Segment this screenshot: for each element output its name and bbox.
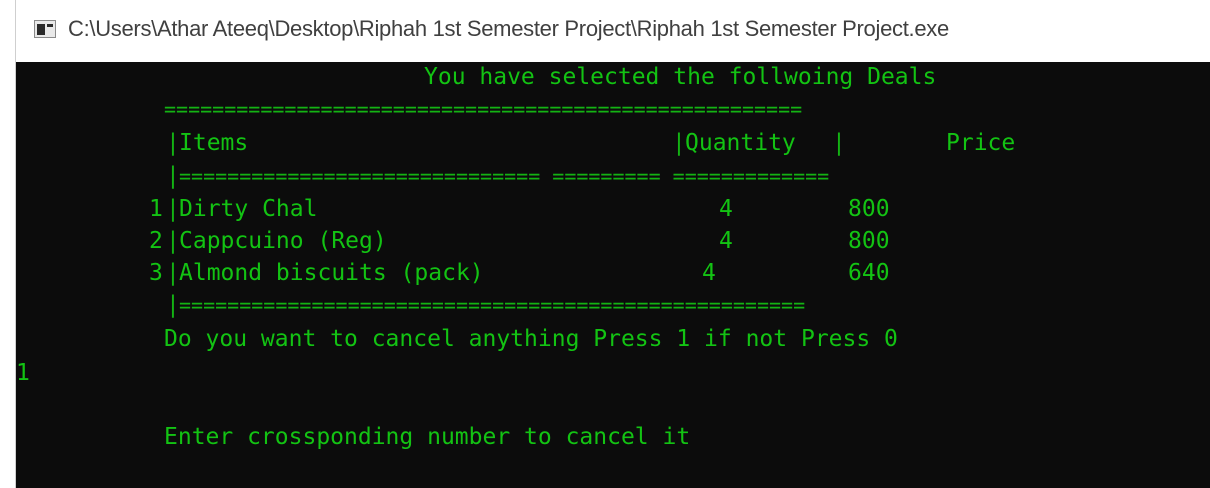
desktop-edge bbox=[0, 0, 16, 488]
row-price: 800 bbox=[848, 196, 890, 222]
console-window: C:\Users\Athar Ateeq\Desktop\Riphah 1st … bbox=[0, 0, 1210, 488]
user-input-text: 1 bbox=[16, 360, 30, 386]
column-header-quantity: Quantity bbox=[685, 130, 796, 156]
rule-bottom: ========================================… bbox=[179, 293, 806, 317]
row-item: Cappcuino (Reg) bbox=[179, 228, 387, 254]
title-bar[interactable]: C:\Users\Athar Ateeq\Desktop\Riphah 1st … bbox=[0, 0, 1210, 62]
header-bar-left: | bbox=[166, 130, 180, 156]
header-bar-right: | bbox=[832, 130, 846, 156]
row-quantity: 4 bbox=[719, 228, 733, 254]
row-quantity: 4 bbox=[702, 260, 716, 286]
console-output[interactable]: You have selected the follwoing Deals ==… bbox=[16, 62, 1210, 488]
row-number: 2 bbox=[149, 228, 163, 254]
row-bar: | bbox=[166, 228, 180, 254]
row-item: Dirty Chal bbox=[179, 196, 318, 222]
rule-header-bar: | bbox=[166, 163, 180, 189]
row-bar: | bbox=[166, 260, 180, 286]
row-number: 3 bbox=[149, 260, 163, 286]
deals-heading: You have selected the follwoing Deals bbox=[424, 64, 937, 90]
row-price: 800 bbox=[848, 228, 890, 254]
window-title: C:\Users\Athar Ateeq\Desktop\Riphah 1st … bbox=[68, 16, 949, 41]
row-number: 1 bbox=[149, 196, 163, 222]
cancel-number-prompt: Enter crossponding number to cancel it bbox=[164, 424, 691, 450]
rule-top: ========================================… bbox=[164, 97, 803, 121]
rule-header: ============================== =========… bbox=[179, 164, 830, 188]
column-header-items: Items bbox=[179, 130, 249, 156]
cancel-prompt: Do you want to cancel anything Press 1 i… bbox=[164, 326, 898, 352]
row-quantity: 4 bbox=[719, 196, 733, 222]
console-app-icon[interactable] bbox=[34, 20, 56, 38]
header-bar-mid: | bbox=[672, 130, 686, 156]
rule-bottom-bar: | bbox=[166, 292, 180, 318]
row-bar: | bbox=[166, 196, 180, 222]
column-header-price: Price bbox=[946, 130, 1016, 156]
row-price: 640 bbox=[848, 260, 890, 286]
row-item: Almond biscuits (pack) bbox=[179, 260, 484, 286]
